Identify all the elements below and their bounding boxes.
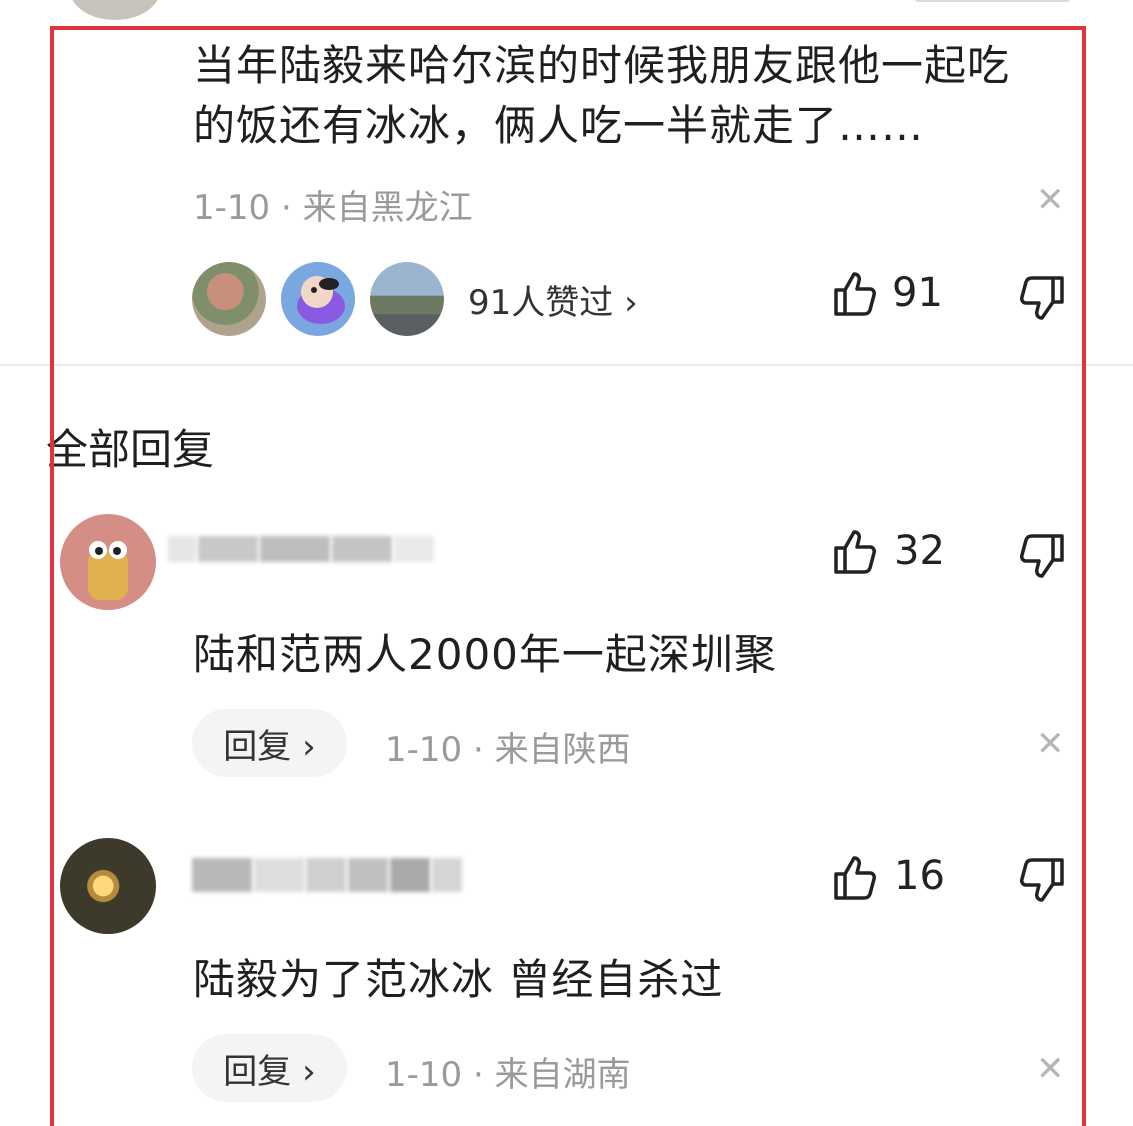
reply-1-username[interactable] — [168, 536, 434, 562]
reply-2-text: 陆毅为了范冰冰 曾经自杀过 — [193, 955, 724, 1004]
liker-avatar-3[interactable] — [370, 262, 444, 336]
thumb-up-icon[interactable] — [832, 270, 878, 318]
reply-2-reply-button[interactable]: 回复 › — [192, 1034, 347, 1102]
close-icon[interactable]: ✕ — [1036, 724, 1065, 764]
thumb-down-icon[interactable] — [1020, 856, 1066, 904]
top-comment-text: 当年陆毅来哈尔滨的时候我朋友跟他一起吃的饭还有冰冰，俩人吃一半就走了…… — [193, 41, 1011, 150]
liked-by-link[interactable]: 91人赞过 › — [468, 275, 638, 324]
top-comment-date-location: 1-10 · 来自黑龙江 — [193, 188, 473, 228]
reply-1-like-count: 32 — [894, 528, 945, 574]
liker-avatar-2[interactable] — [281, 262, 355, 336]
liker-avatar-1[interactable] — [192, 262, 266, 336]
reply-1-avatar[interactable] — [60, 514, 156, 610]
thumb-up-icon[interactable] — [832, 528, 878, 576]
thumb-down-icon[interactable] — [1020, 274, 1066, 322]
section-title: 全部回复 — [46, 425, 215, 474]
previous-pill-edge — [915, 0, 1070, 2]
reply-2-like-count: 16 — [894, 853, 945, 899]
section-divider — [0, 364, 1133, 366]
previous-avatar[interactable] — [70, 0, 160, 20]
reply-2-avatar[interactable] — [60, 838, 156, 934]
thumb-up-icon[interactable] — [832, 854, 878, 902]
reply-1-text: 陆和范两人2000年一起深圳聚 — [193, 630, 777, 679]
like-count: 91 — [892, 270, 943, 316]
reply-1-reply-button[interactable]: 回复 › — [192, 709, 347, 777]
reply-2-username[interactable] — [192, 858, 462, 892]
thumb-down-icon[interactable] — [1020, 532, 1066, 580]
reply-2-date-location: 1-10 · 来自湖南 — [385, 1055, 631, 1095]
close-icon[interactable]: ✕ — [1036, 180, 1065, 220]
close-icon[interactable]: ✕ — [1036, 1049, 1065, 1089]
reply-1-date-location: 1-10 · 来自陕西 — [385, 730, 631, 770]
